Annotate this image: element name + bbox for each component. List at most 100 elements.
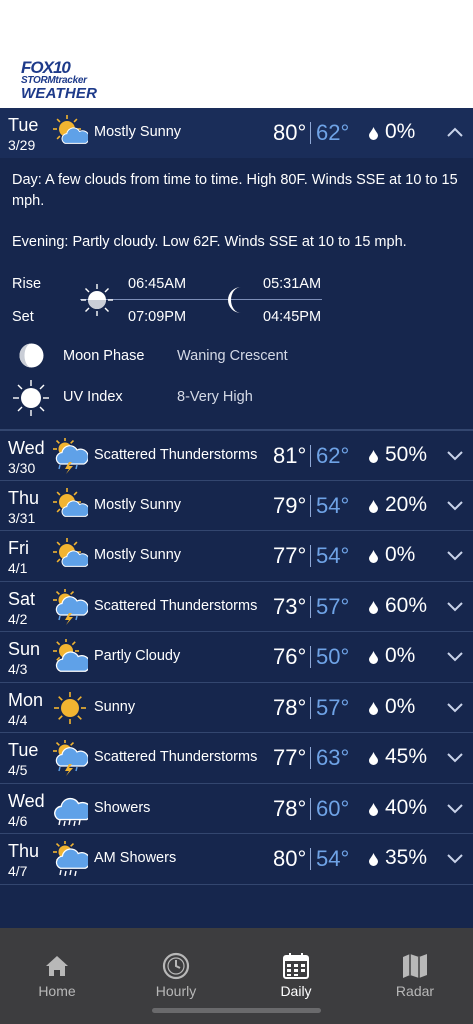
day-name: Wed bbox=[8, 438, 45, 458]
condition-text: Scattered Thunderstorms bbox=[94, 447, 258, 463]
low-temp: 62° bbox=[316, 120, 350, 145]
clock-icon bbox=[162, 952, 190, 980]
forecast-row[interactable]: Mon 4/4 Sunny 78° 57° 0% bbox=[0, 683, 473, 733]
chevron-up-icon[interactable] bbox=[446, 125, 464, 139]
chevron-down-icon[interactable] bbox=[446, 801, 464, 815]
condition-text: Scattered Thunderstorms bbox=[94, 597, 258, 614]
mostly-sunny-icon bbox=[53, 487, 88, 517]
condition-text: Mostly Sunny bbox=[94, 547, 182, 563]
chevron-down-icon[interactable] bbox=[446, 700, 464, 714]
chevron-down-icon[interactable] bbox=[446, 750, 464, 764]
day-description: Day: A few clouds from time to time. Hig… bbox=[12, 170, 462, 212]
moonset-time: 04:45PM bbox=[263, 309, 322, 325]
raindrop-icon bbox=[369, 853, 378, 866]
map-icon bbox=[403, 954, 427, 978]
precip-chance: 0% bbox=[385, 644, 416, 667]
day-date: 4/7 bbox=[8, 863, 28, 879]
raindrop-icon bbox=[369, 701, 378, 715]
temp-divider bbox=[310, 595, 311, 618]
day-date: 4/5 bbox=[8, 762, 28, 778]
low-temp: 54° bbox=[316, 846, 350, 871]
forecast-row[interactable]: Sat 4/2 Scattered Thunderstorms 73° 57° … bbox=[0, 582, 473, 632]
nav-tab-radar[interactable]: Radar bbox=[375, 952, 455, 1002]
precip-chance: 0% bbox=[385, 694, 416, 718]
day-name: Thu bbox=[8, 841, 40, 861]
evening-desc-text: : Partly cloudy. Low 62F. Winds SSE at 1… bbox=[64, 234, 407, 250]
nav-tab-label: Home bbox=[38, 983, 76, 999]
chevron-down-icon[interactable] bbox=[446, 649, 464, 663]
evening-description: Evening: Partly cloudy. Low 62F. Winds S… bbox=[12, 232, 462, 253]
day-date: 3/30 bbox=[8, 460, 36, 476]
precip-chance: 45% bbox=[385, 745, 428, 768]
raindrop-icon bbox=[369, 752, 378, 765]
logo-line3: WEATHER bbox=[21, 85, 98, 102]
moon-phase-value: Waning Crescent bbox=[177, 348, 288, 364]
sunrise-time: 06:45AM bbox=[128, 276, 187, 292]
raindrop-icon bbox=[369, 499, 378, 513]
sunny-icon bbox=[54, 691, 86, 724]
high-temp: 77° bbox=[273, 543, 307, 568]
temp-divider bbox=[310, 848, 311, 870]
moonrise-time: 05:31AM bbox=[263, 276, 322, 292]
set-label: Set bbox=[12, 309, 34, 325]
sunset-time: 07:09PM bbox=[128, 309, 187, 325]
raindrop-icon bbox=[369, 802, 378, 816]
forecast-row-expanded[interactable]: Tue 3/29 Mostly Sunny 80° 62° 0% bbox=[0, 108, 473, 158]
high-temp: 81° bbox=[273, 443, 307, 468]
app-header: FOX10 STORMtracker WEATHER bbox=[0, 0, 473, 108]
moon-icon bbox=[228, 287, 241, 313]
sun-icon bbox=[81, 284, 113, 316]
low-temp: 54° bbox=[316, 543, 350, 568]
forecast-row[interactable]: Fri 4/1 Mostly Sunny 77° 54° 0% bbox=[0, 531, 473, 582]
chevron-down-icon[interactable] bbox=[446, 851, 464, 865]
high-temp: 76° bbox=[273, 644, 307, 669]
daily-forecast-list: Tue 3/29 Mostly Sunny 80° 62° 0% Day: A … bbox=[0, 108, 473, 885]
chevron-down-icon[interactable] bbox=[446, 599, 464, 613]
uv-index-value: 8-Very High bbox=[177, 389, 253, 405]
chevron-down-icon[interactable] bbox=[446, 498, 464, 512]
sun-moon-times: Rise Set 06:45AM 07:09PM 05:31AM 04:45PM bbox=[0, 273, 473, 333]
temp-divider bbox=[310, 494, 311, 517]
thunderstorm-icon bbox=[53, 740, 88, 776]
day-date: 4/3 bbox=[8, 661, 28, 677]
day-name: Wed bbox=[8, 790, 45, 811]
bottom-nav: Home Hourly Daily Radar bbox=[0, 928, 473, 1024]
nav-tab-hourly[interactable]: Hourly bbox=[136, 952, 216, 1002]
nav-tab-daily[interactable]: Daily bbox=[256, 952, 336, 1002]
forecast-row[interactable]: Wed 3/30 Scattered Thunderstorms 81° 62°… bbox=[0, 430, 473, 481]
condition-text: Partly Cloudy bbox=[94, 648, 181, 664]
condition-text: Mostly Sunny bbox=[94, 496, 182, 513]
high-temp: 78° bbox=[273, 694, 307, 720]
condition-text: Sunny bbox=[94, 698, 136, 715]
raindrop-icon bbox=[369, 450, 378, 463]
horizon-line bbox=[80, 299, 322, 300]
day-details-panel: Day: A few clouds from time to time. Hig… bbox=[0, 158, 473, 430]
low-temp: 57° bbox=[316, 694, 350, 720]
forecast-row[interactable]: Thu 4/7 AM Showers 80° 54° 35% bbox=[0, 834, 473, 885]
raindrop-icon bbox=[369, 651, 378, 664]
forecast-row[interactable]: Sun 4/3 Partly Cloudy 76° 50° 0% bbox=[0, 632, 473, 683]
day-date: 4/2 bbox=[8, 610, 28, 627]
mostly-sunny-icon bbox=[53, 538, 88, 567]
moon-phase-row: Moon Phase Waning Crescent bbox=[0, 339, 473, 379]
day-desc-text: : A few clouds from time to time. High 8… bbox=[12, 172, 458, 209]
nav-tab-home[interactable]: Home bbox=[17, 952, 97, 1002]
uv-index-label: UV Index bbox=[63, 389, 123, 405]
day-name: Fri bbox=[8, 538, 29, 558]
low-temp: 57° bbox=[316, 593, 350, 619]
forecast-rows: Wed 3/30 Scattered Thunderstorms 81° 62°… bbox=[0, 430, 473, 885]
high-temp: 80° bbox=[273, 846, 307, 871]
forecast-row[interactable]: Wed 4/6 Showers 78° 60° 40% bbox=[0, 784, 473, 834]
uv-sun-icon bbox=[13, 380, 49, 416]
day-date: 4/1 bbox=[8, 560, 28, 576]
forecast-row[interactable]: Thu 3/31 Mostly Sunny 79° 54° 20% bbox=[0, 481, 473, 531]
raindrop-icon bbox=[369, 550, 378, 563]
high-temp: 73° bbox=[273, 593, 307, 619]
condition-text: Showers bbox=[94, 799, 151, 816]
logo-line1: FOX10 bbox=[21, 58, 71, 77]
forecast-row[interactable]: Tue 4/5 Scattered Thunderstorms 77° 63° … bbox=[0, 733, 473, 784]
temp-divider bbox=[310, 747, 311, 769]
precip-chance: 35% bbox=[385, 846, 428, 869]
chevron-down-icon[interactable] bbox=[446, 548, 464, 562]
chevron-down-icon[interactable] bbox=[446, 448, 464, 462]
